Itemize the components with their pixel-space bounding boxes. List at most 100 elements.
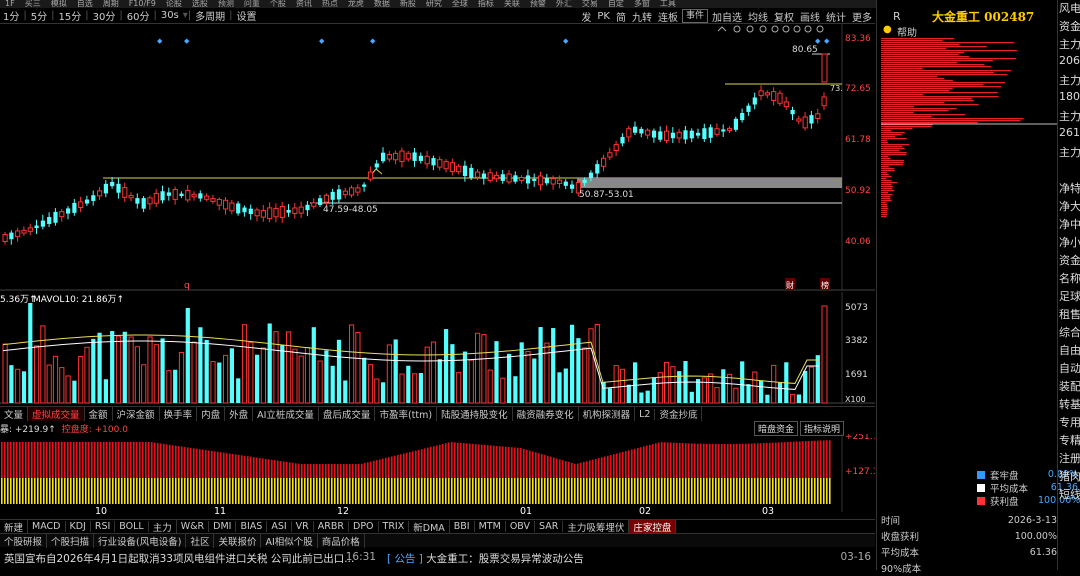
info-tab[interactable]: 行业设备(风电设备) bbox=[94, 533, 187, 548]
candle[interactable] bbox=[229, 202, 235, 212]
indicator-tab[interactable]: 新建 bbox=[0, 519, 29, 534]
top-menu-item[interactable]: 选股 bbox=[192, 0, 208, 8]
help-row[interactable]: ● 帮助 bbox=[877, 24, 1057, 39]
info-tab[interactable]: 个股研报 bbox=[0, 533, 48, 548]
indicator-tab[interactable]: 主力吸筹埋伏 bbox=[563, 519, 630, 534]
indicator-tab[interactable]: 虚拟成交量 bbox=[28, 407, 85, 421]
top-menu-item[interactable]: 模拟 bbox=[51, 0, 67, 8]
side-label[interactable]: 自由 bbox=[1058, 342, 1080, 360]
candle[interactable] bbox=[582, 179, 587, 184]
indicator-tab[interactable]: ASI bbox=[267, 521, 292, 532]
candle[interactable] bbox=[733, 118, 738, 130]
indicator-tab[interactable]: 新DMA bbox=[409, 519, 450, 534]
indicator-tab[interactable]: VR bbox=[292, 521, 314, 532]
candle[interactable] bbox=[601, 157, 607, 167]
indicator-tab[interactable]: 机构探测器 bbox=[579, 407, 636, 421]
candle[interactable] bbox=[790, 110, 795, 115]
side-label[interactable]: 净小 bbox=[1058, 234, 1080, 252]
candle[interactable] bbox=[147, 197, 153, 205]
candle[interactable] bbox=[128, 195, 134, 199]
candlestick-chart[interactable]: ◆ ◆ ◆ ◆ ◆ ◆ ◆ 83.36 72.65 61.78 50.92 40… bbox=[0, 24, 875, 291]
candle[interactable] bbox=[595, 164, 600, 174]
candle[interactable] bbox=[9, 232, 14, 240]
candle[interactable] bbox=[273, 207, 279, 218]
candle[interactable] bbox=[279, 206, 285, 218]
top-menu-item[interactable]: 热点 bbox=[322, 0, 338, 8]
candle[interactable] bbox=[506, 173, 512, 183]
indicator-tab[interactable]: BOLL bbox=[115, 521, 149, 532]
candle[interactable] bbox=[683, 130, 688, 140]
candle[interactable] bbox=[198, 193, 203, 199]
news-ticker-right[interactable]: [ 公告 ] 大金重工：股票交易异常波动公告 03-16 bbox=[383, 548, 875, 570]
candle[interactable] bbox=[223, 199, 229, 210]
top-menu-item[interactable]: 论股 bbox=[166, 0, 182, 8]
candle[interactable] bbox=[110, 182, 115, 187]
volume-chart[interactable]: 5.36万↑ MAVOL10: 21.86万↑ 5073 3382 1691 X… bbox=[0, 292, 875, 404]
indicator-tab[interactable]: KDJ bbox=[66, 521, 91, 532]
candle[interactable] bbox=[633, 126, 638, 133]
top-menu-item[interactable]: 资讯 bbox=[296, 0, 312, 8]
candle[interactable] bbox=[267, 207, 273, 220]
candle[interactable] bbox=[386, 154, 392, 160]
indicator-tab[interactable]: W&R bbox=[177, 521, 210, 532]
candle[interactable] bbox=[362, 184, 367, 187]
top-menu-item[interactable]: F10/F9 bbox=[129, 0, 156, 8]
control-indicator-chart[interactable]: +251.7 +127.1 bbox=[0, 434, 875, 512]
candle[interactable] bbox=[311, 202, 317, 207]
side-label[interactable]: 1803 bbox=[1058, 90, 1080, 108]
candle[interactable] bbox=[34, 225, 39, 228]
candle[interactable] bbox=[519, 177, 525, 181]
candle[interactable] bbox=[449, 162, 455, 172]
candle[interactable] bbox=[821, 96, 827, 107]
candle[interactable] bbox=[191, 193, 197, 198]
indicator-tab[interactable]: 盘后成交量 bbox=[319, 407, 376, 421]
side-label[interactable]: 净特 bbox=[1058, 180, 1080, 198]
candle[interactable] bbox=[236, 203, 241, 214]
earnings-marker[interactable]: 财 bbox=[786, 280, 794, 290]
info-tab[interactable]: AI相似个股 bbox=[261, 533, 318, 548]
candle[interactable] bbox=[462, 165, 468, 177]
top-menu-item[interactable]: 数据 bbox=[374, 0, 390, 8]
news-ticker-left[interactable]: 英国宣布自2026年4月1日起取消33项风电组件进口关税 公司此前已出口... … bbox=[0, 548, 380, 570]
candle[interactable] bbox=[418, 155, 423, 161]
candle[interactable] bbox=[166, 192, 171, 196]
side-label[interactable]: 2064 bbox=[1058, 54, 1080, 72]
event-marker-icon[interactable]: ◆ bbox=[184, 37, 190, 45]
period-tab-60min[interactable]: 60分 bbox=[124, 8, 153, 23]
candle[interactable] bbox=[367, 171, 374, 180]
side-label[interactable]: 租售 bbox=[1058, 306, 1080, 324]
candle[interactable] bbox=[500, 174, 505, 181]
candle[interactable] bbox=[179, 193, 184, 196]
tool-draw[interactable]: 画线 bbox=[797, 9, 823, 24]
event-marker-icon[interactable]: ◆ bbox=[319, 37, 325, 45]
candle[interactable] bbox=[544, 178, 549, 184]
candle[interactable] bbox=[318, 198, 323, 205]
candle[interactable] bbox=[91, 195, 96, 201]
candle[interactable] bbox=[210, 198, 216, 202]
candle[interactable] bbox=[658, 131, 663, 140]
side-label[interactable]: 2617 bbox=[1058, 126, 1080, 144]
candle[interactable] bbox=[538, 175, 544, 186]
candle[interactable] bbox=[242, 207, 247, 213]
indicator-tab[interactable]: 陆股通持股变化 bbox=[437, 407, 513, 421]
candle[interactable] bbox=[172, 189, 178, 200]
candle[interactable] bbox=[588, 172, 594, 178]
candle[interactable] bbox=[254, 209, 260, 217]
candle[interactable] bbox=[355, 187, 361, 193]
candle[interactable] bbox=[689, 130, 694, 139]
candle[interactable] bbox=[676, 131, 682, 139]
top-menu-item[interactable]: 工具 bbox=[660, 0, 676, 8]
period-tab-15min[interactable]: 15分 bbox=[56, 8, 85, 23]
tool-more[interactable]: 更多 bbox=[849, 9, 875, 24]
side-label[interactable]: 装配 bbox=[1058, 378, 1080, 396]
indicator-tab[interactable]: 内盘 bbox=[197, 407, 226, 421]
candle[interactable] bbox=[696, 132, 701, 136]
candle[interactable] bbox=[796, 118, 802, 122]
indicator-tab[interactable]: AI立桩成交量 bbox=[253, 407, 319, 421]
event-marker-icon[interactable]: ◆ bbox=[370, 37, 376, 45]
side-label[interactable]: 资金 bbox=[1058, 252, 1080, 270]
candle[interactable] bbox=[764, 92, 770, 96]
candle[interactable] bbox=[286, 210, 291, 213]
indicator-tab[interactable]: OBV bbox=[506, 521, 536, 532]
candle[interactable] bbox=[777, 92, 783, 104]
